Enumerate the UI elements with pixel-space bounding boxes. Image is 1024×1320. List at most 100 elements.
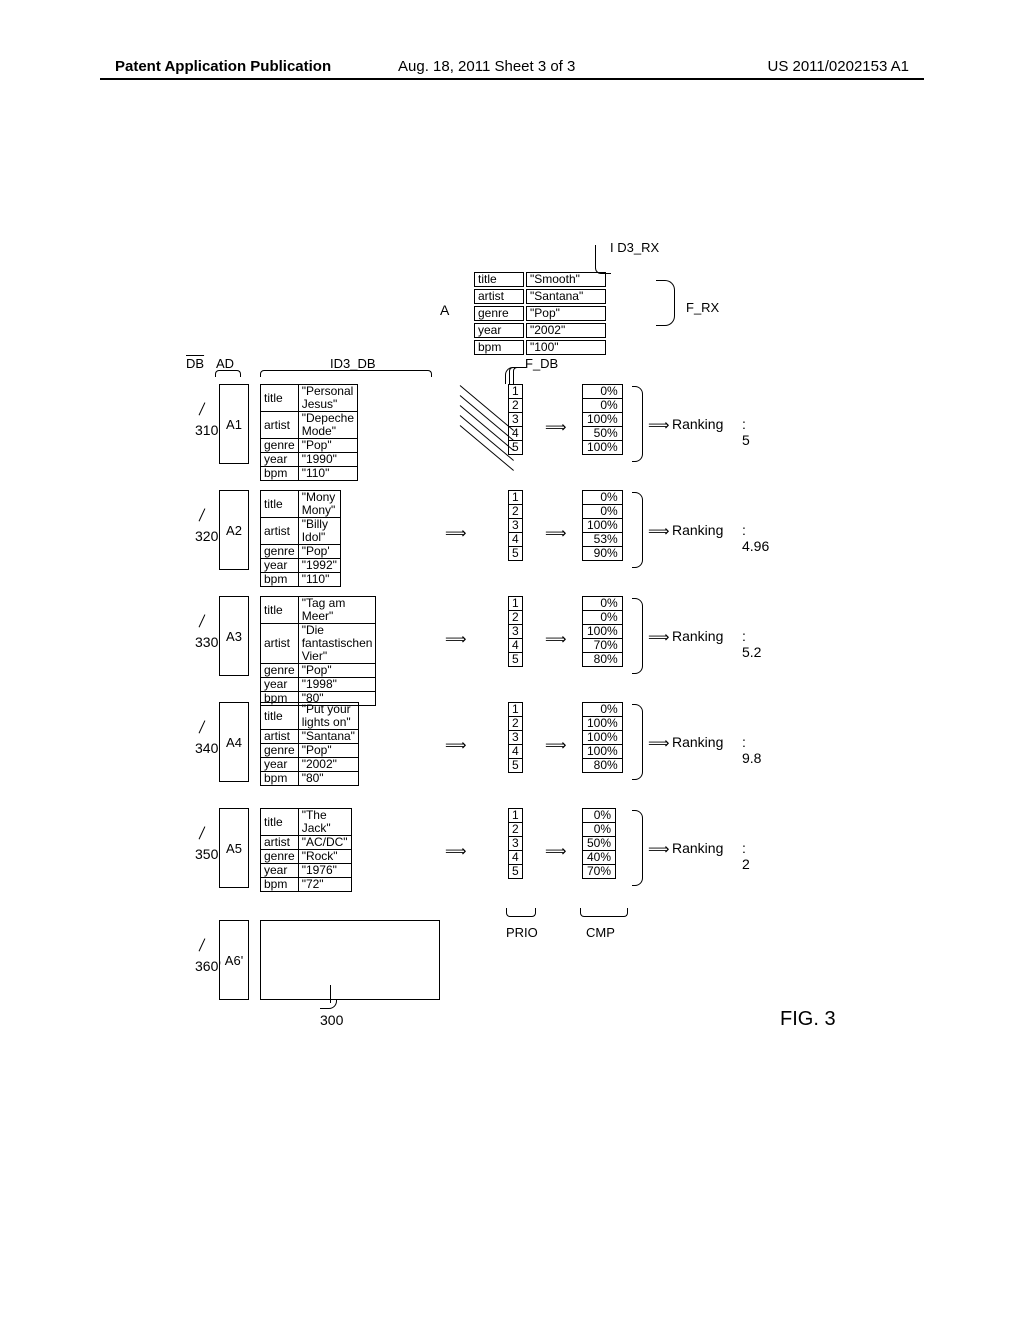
cmp-cell: 0% <box>583 491 623 505</box>
ranking-label: Ranking <box>672 522 723 538</box>
meta-val: "Pop" <box>298 744 358 758</box>
fdb-brace <box>513 367 520 384</box>
meta-val: "Tag am Meer" <box>298 597 376 624</box>
cmp-table: 0%100%100%100%80% <box>582 702 623 773</box>
rx-key: year <box>474 323 524 338</box>
ad-box: A5 <box>219 808 249 888</box>
meta-val: "1976" <box>298 864 351 878</box>
meta-val: "The Jack" <box>298 809 351 836</box>
ref-tick <box>199 508 215 525</box>
arrow-icon: ⟹ <box>445 842 467 860</box>
cmp-cell: 100% <box>583 519 623 533</box>
meta-key: bpm <box>261 878 299 892</box>
meta-key: genre <box>261 850 299 864</box>
cmp-table: 0%0%100%70%80% <box>582 596 623 667</box>
prio-cell: 5 <box>509 441 523 455</box>
meta-table: title"Put your lights on"artist"Santana"… <box>260 702 359 786</box>
prio-cell: 3 <box>509 413 523 427</box>
prio-table: 12345 <box>508 596 523 667</box>
rx-key: title <box>474 272 524 287</box>
prio-cell: 5 <box>509 865 523 879</box>
meta-val: "Billy Idol" <box>298 518 340 545</box>
meta-key: title <box>261 385 299 412</box>
meta-val: "1998" <box>298 678 376 692</box>
cmp-cell: 100% <box>583 441 623 455</box>
cmp-cell: 53% <box>583 533 623 547</box>
ad-box: A4 <box>219 702 249 782</box>
meta-key: title <box>261 703 299 730</box>
ref300-hook <box>320 1000 337 1009</box>
prio-table: 12345 <box>508 490 523 561</box>
arrow-icon: ⟹ <box>648 416 670 434</box>
ranking-value: : 9.8 <box>742 734 761 766</box>
meta-key: genre <box>261 439 299 453</box>
meta-key: title <box>261 597 299 624</box>
meta-key: year <box>261 758 299 772</box>
ref-number: 360' <box>195 958 221 974</box>
meta-val: "110" <box>298 467 357 481</box>
label-id3-rx: I D3_RX <box>610 240 659 255</box>
meta-val: "Pop" <box>298 664 376 678</box>
rx-key: artist <box>474 289 524 304</box>
rx-val: "100" <box>526 340 606 355</box>
prio-cell: 3 <box>509 731 523 745</box>
meta-val: "Pop' <box>298 545 340 559</box>
arrow-icon: ⟹ <box>545 418 567 436</box>
ranking-value: : 5 <box>742 416 750 448</box>
cmp-cell: 40% <box>583 851 616 865</box>
rx-val: "2002" <box>526 323 606 338</box>
cmp-cell: 50% <box>583 837 616 851</box>
rx-key: genre <box>474 306 524 321</box>
ranking-value: : 5.2 <box>742 628 761 660</box>
arrow-icon: ⟹ <box>648 734 670 752</box>
frx-brace <box>656 280 675 326</box>
label-prio: PRIO <box>506 925 538 940</box>
cmp-table: 0%0%100%53%90% <box>582 490 623 561</box>
arrow-icon: ⟹ <box>445 524 467 542</box>
cmp-cell: 0% <box>583 823 616 837</box>
meta-val: "Pop" <box>298 439 357 453</box>
meta-key: bpm <box>261 772 299 786</box>
ad-box: A2 <box>219 490 249 570</box>
arrow-icon: ⟹ <box>445 630 467 648</box>
cmp-cell: 0% <box>583 597 623 611</box>
prio-cell: 1 <box>509 809 523 823</box>
id3rx-pointer <box>595 245 611 274</box>
meta-table: title"Personal Jesus"artist"Depeche Mode… <box>260 384 358 481</box>
ref-number: 330 <box>195 634 218 650</box>
meta-key: artist <box>261 730 299 744</box>
prio-cell: 3 <box>509 837 523 851</box>
cmp-cell: 100% <box>583 413 623 427</box>
meta-val: "110" <box>298 573 340 587</box>
meta-key: title <box>261 809 299 836</box>
prio-cell: 4 <box>509 427 523 441</box>
meta-val: "AC/DC" <box>298 836 351 850</box>
meta-val: "Put your lights on" <box>298 703 358 730</box>
cmp-cell: 100% <box>583 717 623 731</box>
cmp-cell: 0% <box>583 809 616 823</box>
rx-key: bpm <box>474 340 524 355</box>
ref-number: 310 <box>195 422 218 438</box>
result-brace <box>632 598 643 674</box>
meta-key: artist <box>261 624 299 664</box>
cmp-cell: 0% <box>583 505 623 519</box>
meta-val: "Mony Mony" <box>298 491 340 518</box>
meta-key: year <box>261 453 299 467</box>
label-A: A <box>440 302 449 318</box>
ad-brace <box>215 370 241 377</box>
arrow-icon: ⟹ <box>545 630 567 648</box>
arrow-icon: ⟹ <box>648 522 670 540</box>
label-f-db: F_DB <box>525 356 558 371</box>
prio-cell: 1 <box>509 491 523 505</box>
meta-key: artist <box>261 412 299 439</box>
cmp-cell: 50% <box>583 427 623 441</box>
ref-number: 350 <box>195 846 218 862</box>
meta-table: title"Tag am Meer"artist"Die fantastisch… <box>260 596 376 706</box>
ref-tick <box>199 826 215 843</box>
meta-key: title <box>261 491 299 518</box>
cmp-cell: 70% <box>583 639 623 653</box>
ranking-label: Ranking <box>672 840 723 856</box>
meta-val: "1992" <box>298 559 340 573</box>
meta-key: bpm <box>261 467 299 481</box>
ref-300: 300 <box>320 1012 343 1028</box>
